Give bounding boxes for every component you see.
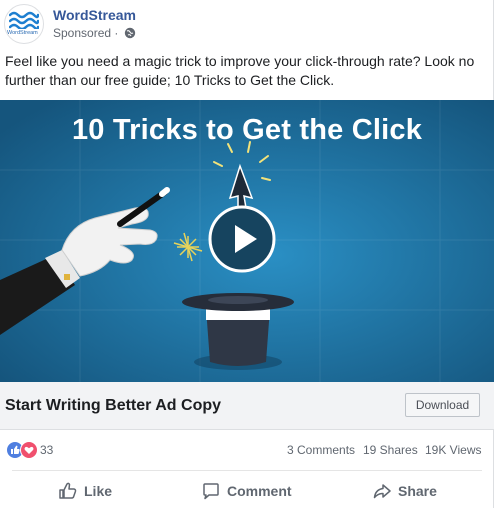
- sponsored-text[interactable]: Sponsored: [53, 26, 111, 40]
- play-icon[interactable]: [208, 205, 276, 273]
- globe-icon: [124, 27, 135, 39]
- ad-post-card: WordStream WordStream Sponsored · Feel l…: [0, 0, 494, 508]
- post-actions: Like Comment Share: [0, 475, 494, 507]
- comment-label: Comment: [227, 483, 292, 499]
- wordstream-logo-icon: [9, 11, 39, 29]
- actions-divider: [12, 470, 482, 471]
- comments-count-link[interactable]: 3 Comments: [287, 443, 355, 457]
- share-label: Share: [398, 483, 437, 499]
- ad-headline[interactable]: Start Writing Better Ad Copy: [5, 397, 221, 415]
- love-reaction-icon: [20, 441, 38, 459]
- download-button[interactable]: Download: [405, 393, 480, 417]
- video-title-overlay: 10 Tricks to Get the Click: [71, 114, 423, 146]
- engagement-stats: 33 3 Comments 19 Shares 19K Views: [0, 437, 494, 463]
- post-message: Feel like you need a magic trick to impr…: [5, 53, 475, 88]
- logo-text: WordStream: [7, 30, 38, 36]
- like-button[interactable]: Like: [58, 475, 112, 507]
- comment-icon: [203, 483, 219, 500]
- shares-count-link[interactable]: 19 Shares: [363, 443, 418, 457]
- thumbs-up-icon: [59, 482, 77, 499]
- like-label: Like: [84, 483, 113, 499]
- comment-button[interactable]: Comment: [201, 475, 292, 507]
- sponsored-label: Sponsored ·: [53, 26, 136, 40]
- post-header: WordStream WordStream Sponsored ·: [4, 4, 484, 44]
- page-name-link[interactable]: WordStream: [53, 7, 136, 23]
- share-arrow-icon: [373, 484, 391, 499]
- video-media[interactable]: 10 Tricks to Get the Click: [0, 100, 494, 382]
- page-avatar[interactable]: WordStream: [4, 4, 44, 44]
- share-button[interactable]: Share: [372, 475, 437, 507]
- sponsored-separator: ·: [114, 26, 119, 40]
- cta-bar[interactable]: Start Writing Better Ad Copy Download: [0, 382, 494, 430]
- reaction-count: 33: [40, 443, 54, 457]
- views-count: 19K Views: [425, 443, 482, 457]
